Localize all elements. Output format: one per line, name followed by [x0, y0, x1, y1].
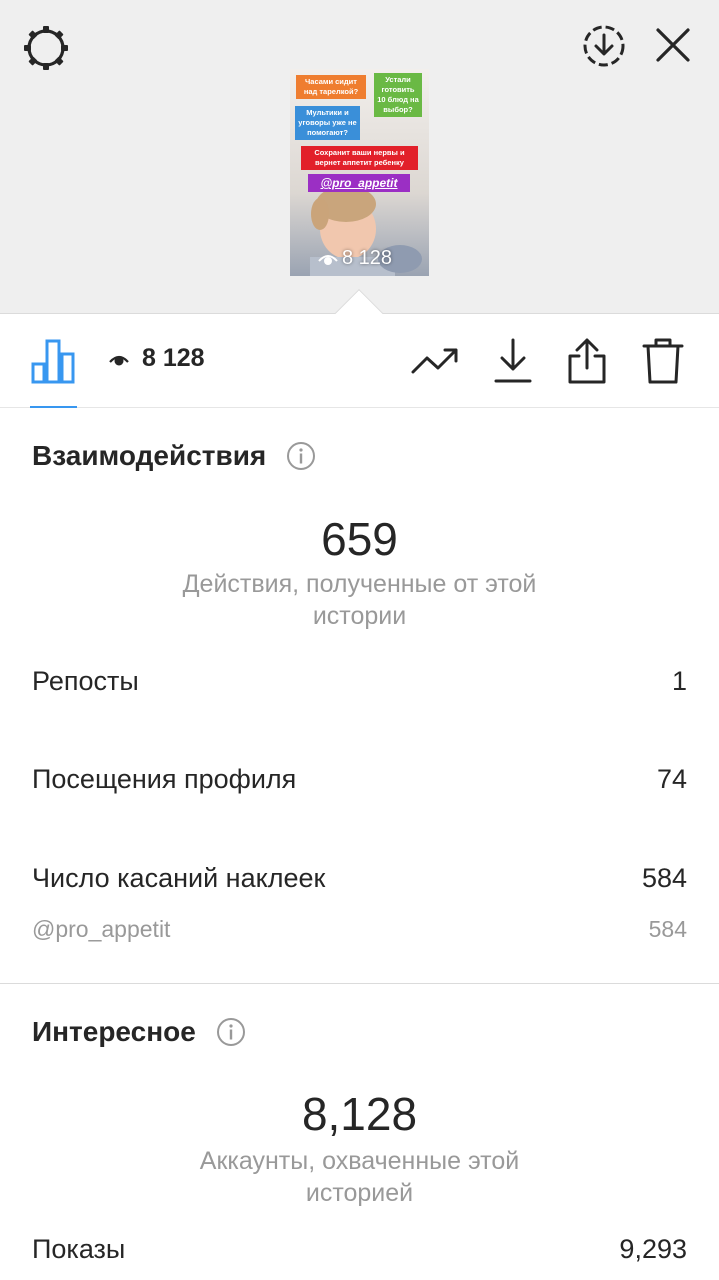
download-icon[interactable] — [488, 336, 538, 386]
interactions-heading: Взаимодействия — [32, 440, 316, 472]
info-icon[interactable] — [286, 441, 316, 471]
download-circle-icon[interactable] — [578, 20, 630, 72]
stat-row-profile-visits: Посещения профиля 74 — [32, 764, 687, 795]
gear-icon[interactable] — [20, 24, 72, 72]
bar-chart-icon[interactable] — [30, 338, 76, 384]
mention-sticker: @pro_appetit — [308, 174, 410, 192]
discovery-heading: Интересное — [32, 1016, 246, 1048]
stat-row-mention-sticker: @pro_appetit 584 — [32, 916, 687, 943]
interactions-caption: Действия, полученные от этой истории — [182, 570, 537, 630]
stat-value: 584 — [641, 863, 687, 893]
thumbnail-views-label: 8 128 — [342, 247, 393, 269]
discovery-title: Интересное — [32, 1016, 196, 1047]
active-tab-indicator — [30, 406, 77, 408]
view-count-label: 8 128 — [142, 344, 205, 372]
eye-icon — [318, 254, 338, 265]
stat-label: Репосты — [32, 666, 139, 696]
stat-label: @pro_appetit — [32, 916, 171, 942]
promote-trend-icon[interactable] — [410, 336, 460, 386]
stat-label: Посещения профиля — [32, 764, 297, 794]
story-preview-area: Часами сидит над тарелкой? Устали готови… — [0, 0, 719, 313]
interactions-total: 659 — [321, 513, 398, 565]
interactions-title: Взаимодействия — [32, 440, 267, 471]
sticker-text-2: Устали готовить 10 блюд на выбор? — [374, 73, 422, 117]
story-thumbnail[interactable]: Часами сидит над тарелкой? Устали готови… — [290, 69, 429, 276]
stat-value: 74 — [656, 764, 687, 794]
share-icon[interactable] — [562, 336, 612, 386]
discovery-caption: Аккаунты, охваченные этой историей — [199, 1147, 520, 1207]
stat-value: 584 — [648, 916, 687, 942]
stat-value: 9,293 — [619, 1234, 687, 1264]
sticker-text-4: Сохранит ваши нервы и вернет аппетит реб… — [301, 146, 418, 170]
view-count: 8 128 — [108, 344, 205, 373]
close-icon[interactable] — [650, 22, 696, 68]
eye-icon — [109, 355, 129, 365]
section-divider — [0, 983, 719, 984]
stat-label: Показы — [32, 1234, 126, 1264]
discovery-total: 8,128 — [301, 1088, 418, 1140]
sticker-text-3: Мультики и уговоры уже не помогают? — [295, 106, 360, 140]
info-icon[interactable] — [216, 1017, 246, 1047]
stat-row-reposts: Репосты 1 — [32, 666, 687, 697]
insights-sheet: 8 128 Взаимодействия 659 Действия, получ… — [0, 313, 719, 1280]
stat-value: 1 — [671, 666, 687, 696]
thumbnail-view-count: 8 128 — [318, 247, 392, 270]
stat-row-sticker-taps: Число касаний наклеек 584 — [32, 863, 687, 894]
stat-row-impressions: Показы 9,293 — [32, 1234, 687, 1265]
stat-label: Число касаний наклеек — [32, 863, 326, 893]
sticker-text-1: Часами сидит над тарелкой? — [296, 75, 366, 99]
trash-icon[interactable] — [638, 336, 688, 386]
